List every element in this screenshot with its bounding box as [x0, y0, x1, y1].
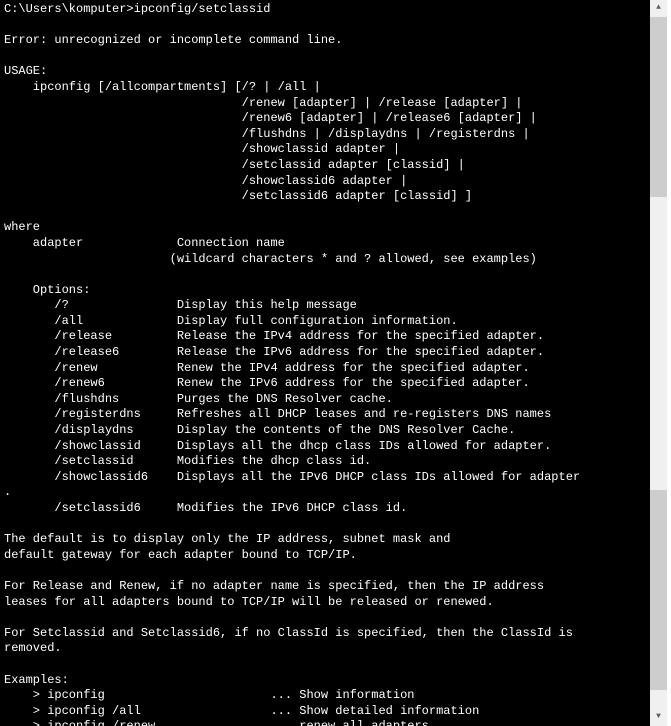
- scrollbar-thumb[interactable]: [650, 490, 667, 690]
- terminal-output[interactable]: C:\Users\komputer>ipconfig/setclassid Er…: [0, 0, 650, 726]
- example-text: > ipconfig /all ... Show detailed inform…: [4, 704, 479, 718]
- usage-text: /flushdns | /displaydns | /registerdns |: [4, 127, 530, 141]
- usage-text: /showclassid adapter |: [4, 142, 400, 156]
- help-text: leases for all adapters bound to TCP/IP …: [4, 595, 494, 609]
- error-text: Error: unrecognized or incomplete comman…: [4, 33, 342, 47]
- where-header: where: [4, 220, 40, 234]
- option-text: /renew6 Renew the IPv6 address for the s…: [4, 376, 530, 390]
- option-text: /flushdns Purges the DNS Resolver cache.: [4, 392, 393, 406]
- help-text: The default is to display only the IP ad…: [4, 532, 450, 546]
- example-text: > ipconfig /renew ... renew all adapters: [4, 719, 429, 726]
- help-text: default gateway for each adapter bound t…: [4, 548, 357, 562]
- option-text: /setclassid Modifies the dhcp class id.: [4, 454, 371, 468]
- help-text: For Release and Renew, if no adapter nam…: [4, 579, 544, 593]
- scroll-up-arrow-icon[interactable]: ▲: [650, 0, 667, 17]
- option-text: .: [4, 485, 11, 499]
- usage-text: /renew [adapter] | /release [adapter] |: [4, 96, 522, 110]
- usage-text: /showclassid6 adapter |: [4, 174, 407, 188]
- option-text: /showclassid6 Displays all the IPv6 DHCP…: [4, 470, 580, 484]
- option-text: /displaydns Display the contents of the …: [4, 423, 515, 437]
- options-header: Options:: [4, 283, 90, 297]
- where-text: adapter Connection name: [4, 236, 285, 250]
- option-text: /all Display full configuration informat…: [4, 314, 458, 328]
- examples-header: Examples:: [4, 673, 69, 687]
- usage-header: USAGE:: [4, 64, 47, 78]
- usage-text: /renew6 [adapter] | /release6 [adapter] …: [4, 111, 537, 125]
- option-text: /showclassid Displays all the dhcp class…: [4, 439, 551, 453]
- option-text: /release6 Release the IPv6 address for t…: [4, 345, 544, 359]
- usage-text: ipconfig [/allcompartments] [/? | /all |: [4, 80, 321, 94]
- help-text: For Setclassid and Setclassid6, if no Cl…: [4, 626, 573, 640]
- option-text: /registerdns Refreshes all DHCP leases a…: [4, 407, 551, 421]
- help-text: removed.: [4, 641, 62, 655]
- where-text: (wildcard characters * and ? allowed, se…: [4, 252, 537, 266]
- typed-command: ipconfig/setclassid: [134, 2, 271, 16]
- scrollbar-thumb[interactable]: [650, 17, 667, 197]
- scrollbar-track[interactable]: ▲ ▼: [650, 0, 667, 726]
- option-text: /renew Renew the IPv4 address for the sp…: [4, 361, 530, 375]
- option-text: /release Release the IPv4 address for th…: [4, 329, 544, 343]
- outer-scrollbar: [667, 0, 671, 726]
- usage-text: /setclassid6 adapter [classid] ]: [4, 189, 472, 203]
- scrollbar-area: ▲ ▼: [650, 0, 671, 726]
- prompt: C:\Users\komputer>: [4, 2, 134, 16]
- option-text: /? Display this help message: [4, 298, 357, 312]
- usage-text: /setclassid adapter [classid] |: [4, 158, 465, 172]
- scroll-down-arrow-icon[interactable]: ▼: [650, 709, 667, 726]
- option-text: /setclassid6 Modifies the IPv6 DHCP clas…: [4, 501, 407, 515]
- example-text: > ipconfig ... Show information: [4, 688, 414, 702]
